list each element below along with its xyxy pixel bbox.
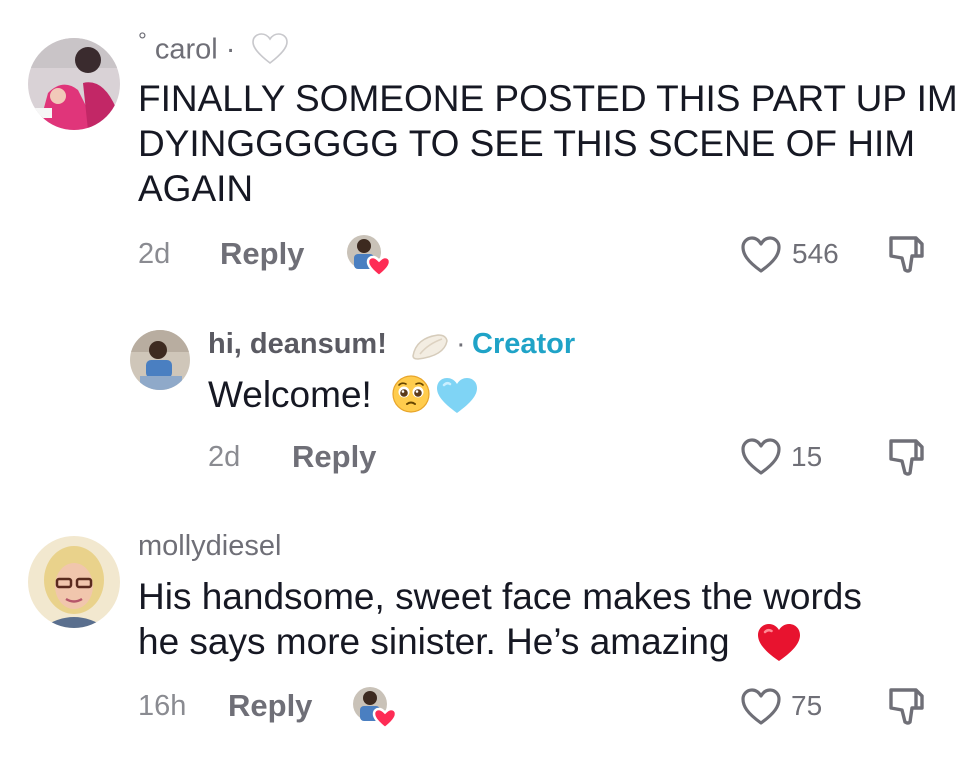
- dumpling-icon: [412, 334, 448, 360]
- comment-time: 16h: [138, 690, 187, 722]
- like-count: 15: [791, 441, 823, 472]
- like-heart-icon[interactable]: [740, 688, 782, 726]
- comment-username-row: ° carol ·: [138, 28, 235, 67]
- avatar-image: [28, 536, 120, 628]
- like-count: 75: [791, 690, 823, 721]
- comment-username[interactable]: mollydiesel: [138, 530, 281, 563]
- creator-avatar-icon: [347, 235, 392, 278]
- pleading-face-icon: [392, 375, 430, 413]
- comment-text: FINALLY SOMEONE POSTED THIS PART UP IM D…: [138, 76, 958, 211]
- like-count: 546: [792, 238, 839, 269]
- reply-button[interactable]: Reply: [292, 439, 376, 475]
- comment-text: His handsome, sweet face makes the words…: [138, 574, 862, 664]
- comment-username[interactable]: carol: [155, 34, 218, 66]
- like-heart-icon[interactable]: [740, 438, 782, 476]
- creator-avatar-icon: [353, 687, 398, 730]
- like-heart-icon[interactable]: [740, 236, 782, 274]
- comment-text: Welcome!: [208, 374, 372, 415]
- dislike-thumb-icon[interactable]: [886, 686, 928, 726]
- username-prefix: °: [138, 28, 147, 53]
- username-separator: ·: [456, 328, 466, 360]
- creator-badge: Creator: [472, 328, 576, 360]
- creator-liked-indicator: [346, 234, 392, 278]
- dislike-thumb-icon[interactable]: [886, 234, 928, 274]
- dislike-thumb-icon[interactable]: [886, 437, 928, 477]
- avatar-image: [130, 330, 190, 390]
- username-separator: ·: [225, 33, 236, 66]
- red-heart-icon: [758, 624, 800, 661]
- avatar[interactable]: [130, 330, 190, 390]
- avatar[interactable]: [28, 38, 120, 130]
- white-heart-icon: [252, 33, 288, 65]
- reply-button[interactable]: Reply: [220, 236, 304, 272]
- comment-text-line: he says more sinister. He’s amazing: [138, 621, 730, 662]
- creator-liked-indicator: [352, 686, 398, 730]
- comment-text-line: DYINGGGGGG TO SEE THIS SCENE OF HIM: [138, 123, 916, 164]
- reply-button[interactable]: Reply: [228, 688, 312, 724]
- comment-text-line: His handsome, sweet face makes the words: [138, 576, 862, 617]
- avatar-image: [28, 38, 120, 130]
- comment-text-line: FINALLY SOMEONE POSTED THIS PART UP IM: [138, 78, 958, 119]
- comment-username[interactable]: hi, deansum!: [208, 328, 387, 361]
- comment-time: 2d: [138, 238, 171, 270]
- light-blue-heart-icon: [437, 378, 477, 413]
- avatar[interactable]: [28, 536, 120, 628]
- comment-text-line: AGAIN: [138, 168, 254, 209]
- comment-time: 2d: [208, 441, 241, 473]
